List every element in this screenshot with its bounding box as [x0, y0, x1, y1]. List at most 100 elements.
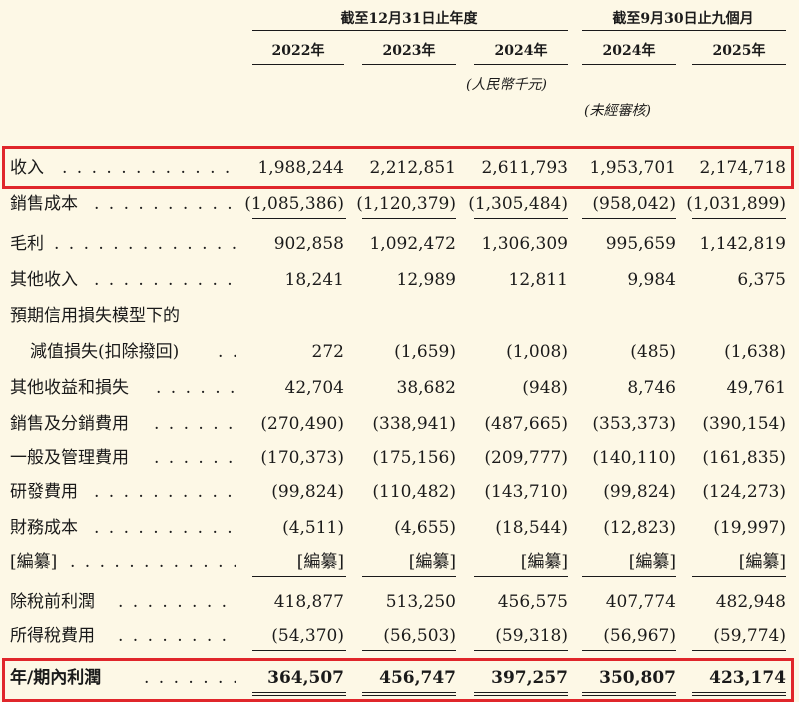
- row-label-finance-costs: 財務成本: [10, 518, 78, 538]
- table-row-selling-distribution: 銷售及分銷費用 . . . . . . . . . . . . . . . . .…: [0, 408, 799, 440]
- cell-rd-expenses-col3: (143,710): [484, 482, 568, 502]
- cell-gross-profit-col2: 1,092,472: [369, 234, 456, 254]
- leader-dots: . . . . . . . . . . . . . . . . . . . . …: [62, 158, 236, 178]
- total-double-rule: [474, 692, 568, 696]
- currency-note: (人民幣千元): [466, 77, 547, 93]
- total-double-rule: [692, 692, 786, 696]
- cell-other-gains-losses-col3: (948): [522, 378, 568, 398]
- cell-other-gains-losses-col4: 8,746: [627, 378, 676, 398]
- cell-impairment-loss-col5: (1,638): [724, 342, 786, 362]
- table-row-cost-of-sales: 銷售成本 . . . . . . . . . . . . . . . . . . …: [0, 188, 799, 220]
- cell-profit-before-tax-col3: 456,575: [497, 592, 568, 612]
- cell-revenue-col1: 1,988,244: [257, 158, 344, 178]
- year-header-2023: 2023年: [382, 43, 436, 59]
- table-row-income-tax: 所得稅費用 . . . . . . . . . . . . . . . . . .…: [0, 620, 799, 652]
- cell-gross-profit-col4: 995,659: [605, 234, 676, 254]
- cell-income-tax-col1: (54,370): [271, 626, 344, 646]
- cell-general-admin-col3: (209,777): [484, 448, 568, 468]
- leader-dots: . . . . . . . . . . . . . . . . . . . . …: [118, 592, 236, 612]
- row-label-ecl-heading: 預期信用損失模型下的: [10, 306, 180, 326]
- cell-other-gains-losses-col5: 49,761: [726, 378, 786, 398]
- unaudited-note: (未經審核): [584, 103, 651, 119]
- cell-profit-before-tax-col2: 513,250: [385, 592, 456, 612]
- header-group-nine-months-rule: [582, 30, 786, 31]
- cell-other-income-col2: 12,989: [396, 270, 456, 290]
- row-label-gross-profit: 毛利: [10, 234, 44, 254]
- table-row-profit-before-tax: 除稅前利潤 . . . . . . . . . . . . . . . . . .…: [0, 586, 799, 618]
- subtotal-rule: [582, 218, 676, 219]
- table-row-rd-expenses: 研發費用 . . . . . . . . . . . . . . . . . . …: [0, 476, 799, 508]
- cell-cost-of-sales-col3: (1,305,484): [468, 194, 568, 214]
- cell-cost-of-sales-col1: (1,085,386): [244, 194, 344, 214]
- cell-other-income-col4: 9,984: [627, 270, 676, 290]
- total-double-rule: [362, 692, 456, 696]
- cell-revenue-col4: 1,953,701: [589, 158, 676, 178]
- cell-redacted-col1: [編纂]: [296, 552, 344, 572]
- cell-redacted-col3: [編纂]: [520, 552, 568, 572]
- cell-other-income-col5: 6,375: [737, 270, 786, 290]
- subtotal-rule: [474, 576, 568, 577]
- cell-profit-before-tax-col4: 407,774: [605, 592, 676, 612]
- table-row-redacted: [編纂] . . . . . . . . . . . . . . . . . . …: [0, 546, 799, 578]
- table-row-revenue: 收入 . . . . . . . . . . . . . . . . . . . …: [0, 152, 799, 184]
- cell-selling-distribution-col5: (390,154): [702, 414, 786, 434]
- table-row-impairment-loss: 減值損失(扣除撥回). . . . . . . . . . . . . . . …: [0, 336, 799, 368]
- cell-impairment-loss-col3: (1,008): [506, 342, 568, 362]
- table-row-other-gains-losses: 其他收益和損失 . . . . . . . . . . . . . . . . .…: [0, 372, 799, 404]
- cell-impairment-loss-col2: (1,659): [394, 342, 456, 362]
- table-row-general-admin: 一般及管理費用 . . . . . . . . . . . . . . . . .…: [0, 442, 799, 474]
- subtotal-rule: [692, 218, 786, 219]
- header-group-nine-months: 截至9月30日止九個月: [612, 11, 754, 27]
- subtotal-rule: [474, 650, 568, 651]
- cell-other-gains-losses-col1: 42,704: [284, 378, 344, 398]
- leader-dots: . . . . . . . . . . . . . . . . . . . . …: [94, 194, 236, 214]
- cell-profit-for-period-col4: 350,807: [599, 668, 676, 688]
- cell-ecl-heading-col2: [346, 300, 456, 332]
- cell-profit-for-period-col3: 397,257: [491, 668, 568, 688]
- table-row-finance-costs: 財務成本 . . . . . . . . . . . . . . . . . . …: [0, 512, 799, 544]
- row-label-redacted: [編纂]: [10, 552, 58, 572]
- year-header-2022: 2022年: [271, 43, 325, 59]
- header-group-year-end: 截至12月31日止年度: [340, 11, 478, 27]
- cell-selling-distribution-col2: (338,941): [372, 414, 456, 434]
- row-label-income-tax: 所得稅費用: [10, 626, 95, 646]
- subtotal-rule: [362, 650, 456, 651]
- cell-finance-costs-col2: (4,655): [394, 518, 456, 538]
- cell-income-tax-col2: (56,503): [383, 626, 456, 646]
- cell-revenue-col3: 2,611,793: [481, 158, 568, 178]
- row-label-cost-of-sales: 銷售成本: [10, 194, 78, 214]
- row-label-other-income: 其他收入: [10, 270, 78, 290]
- cell-ecl-heading-col1: [234, 300, 344, 332]
- cell-profit-for-period-col2: 456,747: [379, 668, 456, 688]
- leader-dots: . . . . . . . . . . . . . . . . . . . . …: [94, 270, 236, 290]
- total-double-rule: [582, 692, 676, 696]
- cell-revenue-col2: 2,212,851: [369, 158, 456, 178]
- leader-dots: . . . . . . . . . . . . . . . . . . . . …: [154, 448, 236, 468]
- cell-impairment-loss-col1: 272: [311, 342, 344, 362]
- leader-dots: . . . . . . . . . . . . . . . . . . . . …: [70, 552, 236, 572]
- table-row-profit-for-period: 年/期內利潤 . . . . . . . . . . . . . . . . . …: [0, 662, 799, 694]
- cell-general-admin-col4: (140,110): [592, 448, 676, 468]
- cell-other-income-col1: 18,241: [284, 270, 344, 290]
- cell-general-admin-col1: (170,373): [260, 448, 344, 468]
- cell-gross-profit-col5: 1,142,819: [699, 234, 786, 254]
- table-row-gross-profit: 毛利 . . . . . . . . . . . . . . . . . . . …: [0, 228, 799, 260]
- row-label-revenue: 收入: [10, 158, 44, 178]
- cell-profit-before-tax-col1: 418,877: [273, 592, 344, 612]
- row-label-general-admin: 一般及管理費用: [10, 448, 129, 468]
- cell-finance-costs-col4: (12,823): [603, 518, 676, 538]
- cell-profit-for-period-col1: 364,507: [267, 668, 344, 688]
- leader-dots: . . . . . . . . . . . . . . . . . . . . …: [144, 668, 236, 688]
- leader-dots: . . . . . . . . . . . . . . . . . . . . …: [54, 234, 236, 254]
- subtotal-rule: [362, 576, 456, 577]
- table-row-other-income: 其他收入 . . . . . . . . . . . . . . . . . . …: [0, 264, 799, 296]
- cell-rd-expenses-col4: (99,824): [603, 482, 676, 502]
- subtotal-rule: [474, 218, 568, 219]
- cell-impairment-loss-col4: (485): [630, 342, 676, 362]
- year-rule-2023: [362, 64, 456, 65]
- row-label-selling-distribution: 銷售及分銷費用: [10, 414, 129, 434]
- cell-selling-distribution-col3: (487,665): [484, 414, 568, 434]
- cell-finance-costs-col5: (19,997): [713, 518, 786, 538]
- row-label-other-gains-losses: 其他收益和損失: [10, 378, 129, 398]
- year-header-2025: 2025年: [712, 43, 766, 59]
